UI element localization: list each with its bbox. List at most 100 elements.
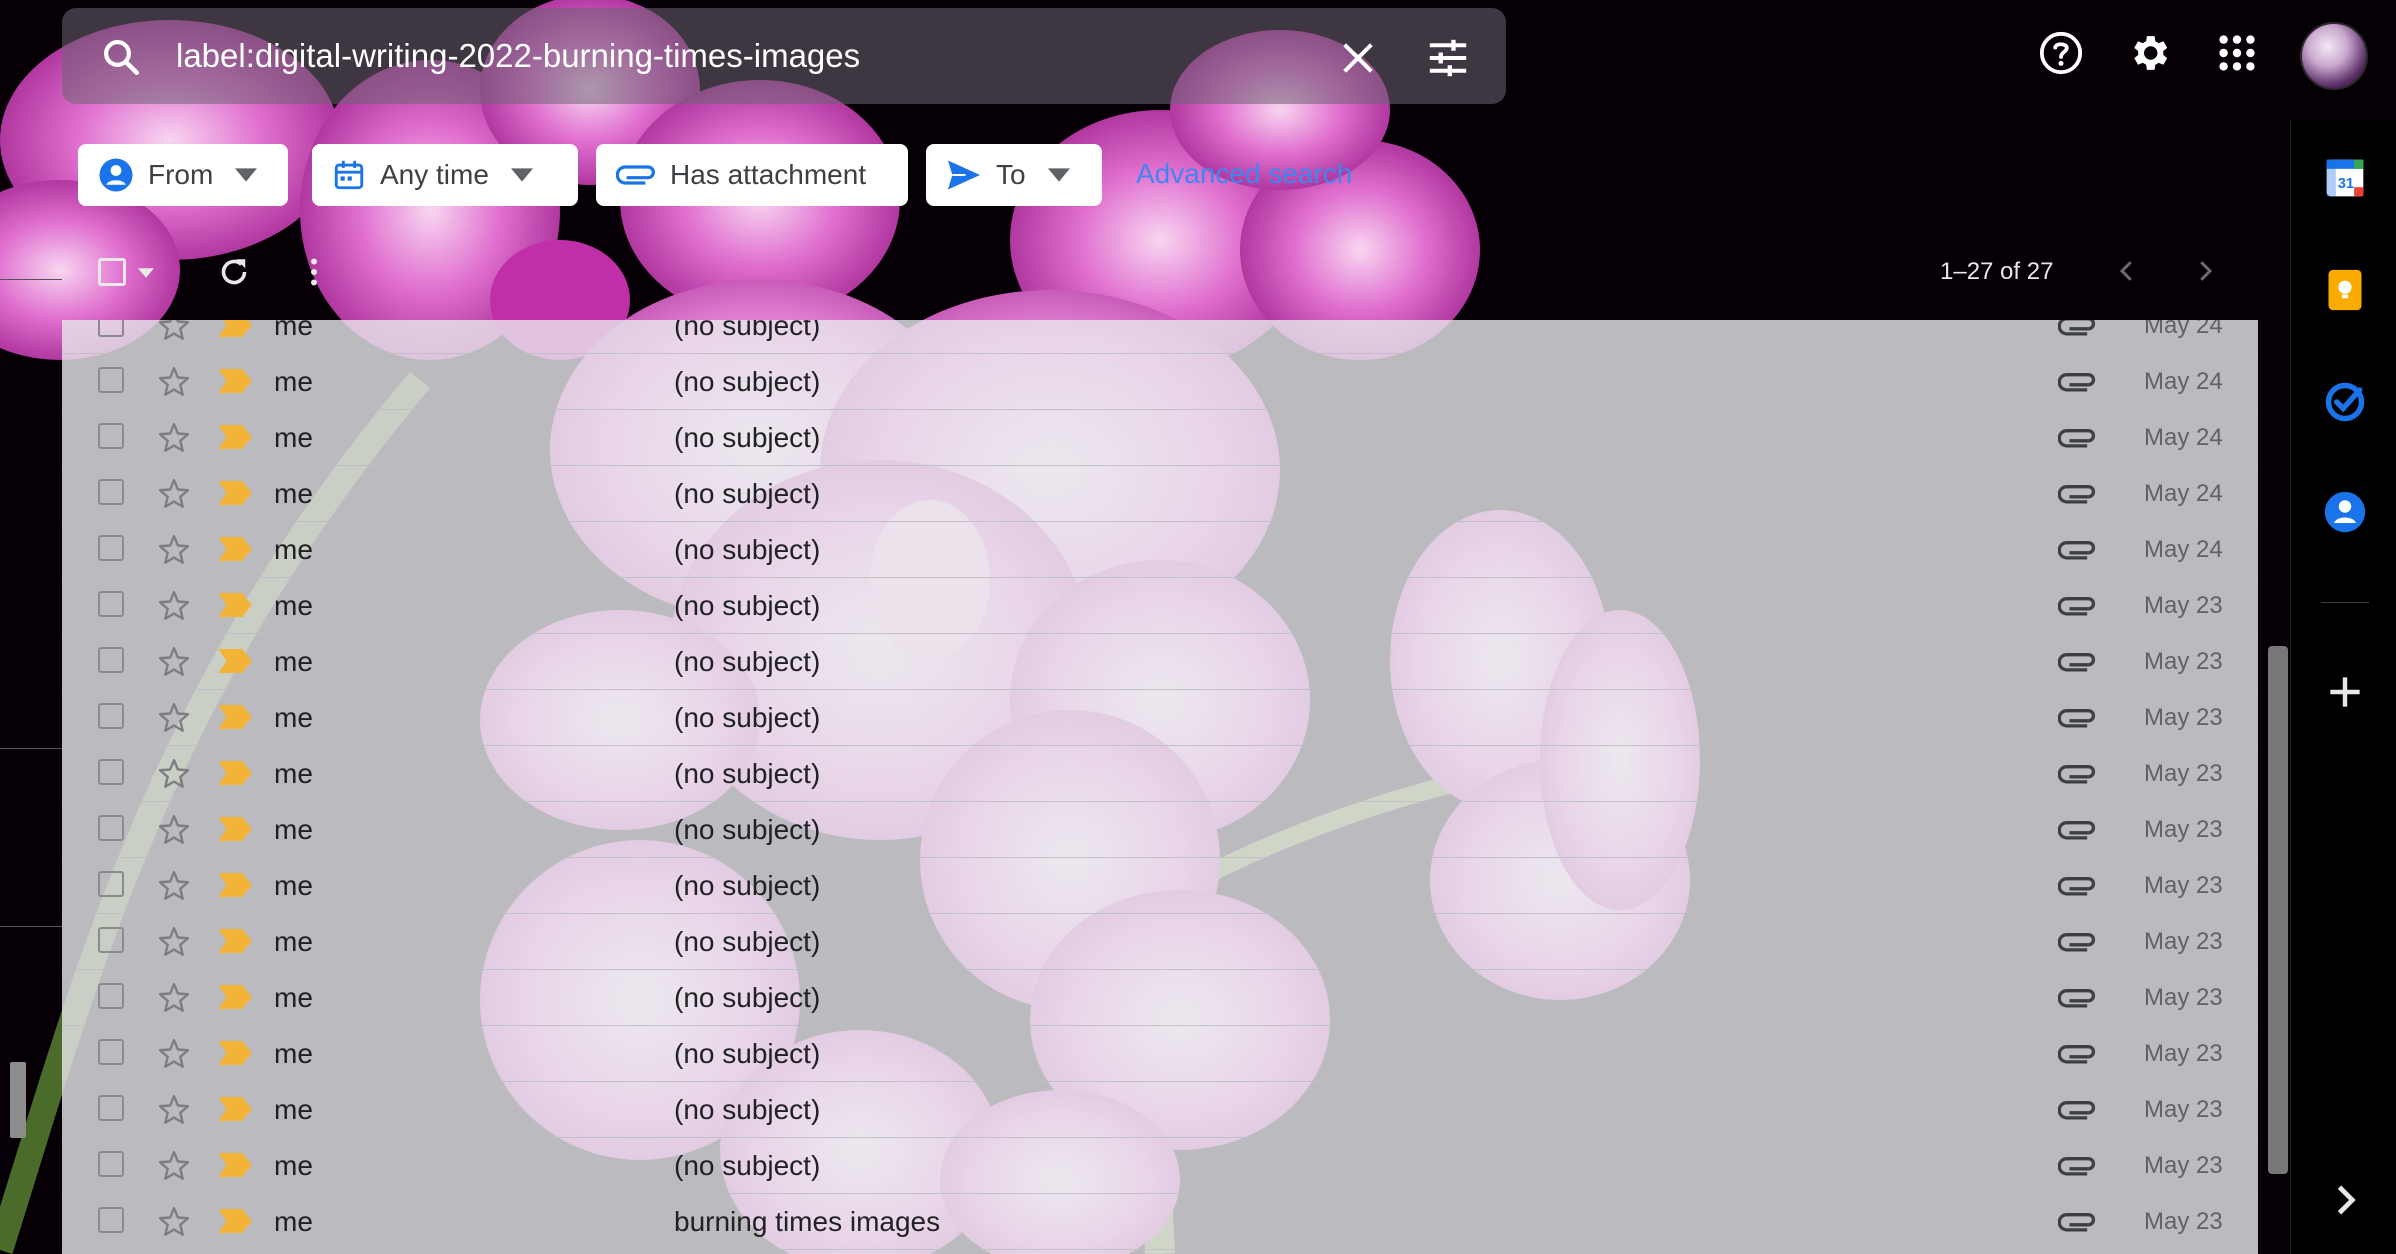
has-attachment-chip[interactable]: Has attachment bbox=[596, 144, 908, 206]
importance-marker-icon[interactable] bbox=[218, 873, 252, 897]
message-row[interactable]: me (no subject) May 23 bbox=[62, 578, 2258, 634]
star-icon[interactable] bbox=[156, 1092, 192, 1128]
star-icon[interactable] bbox=[156, 476, 192, 512]
message-row[interactable]: me (no subject) May 23 bbox=[62, 858, 2258, 914]
message-row[interactable]: me (no subject) May 23 bbox=[62, 1026, 2258, 1082]
row-checkbox[interactable] bbox=[98, 423, 124, 449]
star-icon[interactable] bbox=[156, 756, 192, 792]
keep-icon[interactable] bbox=[2323, 268, 2367, 312]
importance-marker-icon[interactable] bbox=[218, 705, 252, 729]
from-filter-chip[interactable]: From bbox=[78, 144, 288, 206]
importance-marker-icon[interactable] bbox=[218, 320, 252, 337]
tasks-icon[interactable] bbox=[2323, 380, 2367, 424]
message-row[interactable]: me (no subject) May 24 bbox=[62, 522, 2258, 578]
importance-marker-icon[interactable] bbox=[218, 593, 252, 617]
star-icon[interactable] bbox=[156, 700, 192, 736]
importance-marker-icon[interactable] bbox=[218, 1097, 252, 1121]
search-icon[interactable] bbox=[100, 36, 142, 78]
star-icon[interactable] bbox=[156, 980, 192, 1016]
advanced-search-link[interactable]: Advanced search bbox=[1136, 158, 1352, 190]
star-icon[interactable] bbox=[156, 364, 192, 400]
account-avatar[interactable] bbox=[2300, 22, 2368, 90]
refresh-icon[interactable] bbox=[216, 254, 252, 290]
tune-icon[interactable] bbox=[1426, 38, 1470, 78]
row-subject: (no subject) bbox=[674, 422, 821, 453]
close-icon[interactable] bbox=[1338, 38, 1378, 78]
importance-marker-icon[interactable] bbox=[218, 985, 252, 1009]
message-row[interactable]: me (no subject) May 23 bbox=[62, 970, 2258, 1026]
row-checkbox[interactable] bbox=[98, 983, 124, 1009]
chevron-right-icon[interactable] bbox=[2190, 256, 2220, 286]
star-icon[interactable] bbox=[156, 924, 192, 960]
message-row[interactable]: me (no subject) May 24 bbox=[62, 466, 2258, 522]
add-addon-icon[interactable] bbox=[2323, 670, 2367, 714]
row-checkbox[interactable] bbox=[98, 647, 124, 673]
star-icon[interactable] bbox=[156, 320, 192, 344]
row-sender: me bbox=[274, 1206, 313, 1237]
importance-marker-icon[interactable] bbox=[218, 537, 252, 561]
star-icon[interactable] bbox=[156, 1036, 192, 1072]
row-checkbox[interactable] bbox=[98, 479, 124, 505]
importance-marker-icon[interactable] bbox=[218, 817, 252, 841]
message-row[interactable]: me (no subject) May 24 bbox=[62, 320, 2258, 354]
left-nav-scrollbar[interactable] bbox=[10, 1062, 26, 1138]
star-icon[interactable] bbox=[156, 868, 192, 904]
gear-icon[interactable] bbox=[2126, 30, 2172, 76]
message-row[interactable]: me (no subject) May 24 bbox=[62, 354, 2258, 410]
select-all-checkbox[interactable] bbox=[96, 256, 156, 290]
row-checkbox[interactable] bbox=[98, 1151, 124, 1177]
importance-marker-icon[interactable] bbox=[218, 929, 252, 953]
importance-marker-icon[interactable] bbox=[218, 425, 252, 449]
star-icon[interactable] bbox=[156, 812, 192, 848]
star-icon[interactable] bbox=[156, 588, 192, 624]
row-checkbox[interactable] bbox=[98, 320, 124, 337]
to-filter-chip[interactable]: To bbox=[926, 144, 1102, 206]
calendar-app-icon[interactable]: 31 bbox=[2323, 156, 2367, 200]
contacts-icon[interactable] bbox=[2323, 490, 2367, 534]
message-row[interactable]: me (no subject) May 23 bbox=[62, 802, 2258, 858]
importance-marker-icon[interactable] bbox=[218, 761, 252, 785]
message-row[interactable]: me (no subject) May 23 bbox=[62, 1138, 2258, 1194]
star-icon[interactable] bbox=[156, 532, 192, 568]
message-row[interactable]: me (no subject) May 23 bbox=[62, 1082, 2258, 1138]
importance-marker-icon[interactable] bbox=[218, 1209, 252, 1233]
chevron-down-icon bbox=[1047, 168, 1070, 182]
message-row[interactable]: me (no subject) May 23 bbox=[62, 690, 2258, 746]
message-list-scrollbar[interactable] bbox=[2268, 646, 2288, 1174]
calendar-day-number: 31 bbox=[2338, 176, 2354, 192]
row-checkbox[interactable] bbox=[98, 1095, 124, 1121]
row-checkbox[interactable] bbox=[98, 1207, 124, 1233]
message-row[interactable]: me burning times images May 23 bbox=[62, 1194, 2258, 1250]
search-input[interactable]: label:digital-writing-2022-burning-times… bbox=[176, 8, 860, 104]
chevron-left-icon[interactable] bbox=[2112, 256, 2142, 286]
help-icon[interactable] bbox=[2038, 30, 2084, 76]
message-row[interactable]: me (no subject) May 24 bbox=[62, 410, 2258, 466]
row-checkbox[interactable] bbox=[98, 591, 124, 617]
more-vert-icon[interactable] bbox=[296, 254, 332, 290]
importance-marker-icon[interactable] bbox=[218, 369, 252, 393]
importance-marker-icon[interactable] bbox=[218, 481, 252, 505]
row-checkbox[interactable] bbox=[98, 815, 124, 841]
message-row[interactable]: me (no subject) May 23 bbox=[62, 634, 2258, 690]
time-filter-chip[interactable]: Any time bbox=[312, 144, 578, 206]
importance-marker-icon[interactable] bbox=[218, 1153, 252, 1177]
star-icon[interactable] bbox=[156, 1204, 192, 1240]
expand-panel-chevron-icon[interactable] bbox=[2323, 1178, 2367, 1222]
star-icon[interactable] bbox=[156, 1148, 192, 1184]
row-checkbox[interactable] bbox=[98, 1039, 124, 1065]
apps-grid-icon[interactable] bbox=[2214, 30, 2260, 76]
message-row[interactable]: me (no subject) May 23 bbox=[62, 914, 2258, 970]
row-checkbox[interactable] bbox=[98, 927, 124, 953]
row-checkbox[interactable] bbox=[98, 871, 124, 897]
importance-marker-icon[interactable] bbox=[218, 649, 252, 673]
message-row[interactable]: me (no subject) May 23 bbox=[62, 746, 2258, 802]
row-checkbox[interactable] bbox=[98, 535, 124, 561]
search-bar[interactable]: label:digital-writing-2022-burning-times… bbox=[62, 8, 1506, 104]
importance-marker-icon[interactable] bbox=[218, 1041, 252, 1065]
row-checkbox[interactable] bbox=[98, 759, 124, 785]
star-icon[interactable] bbox=[156, 420, 192, 456]
row-checkbox[interactable] bbox=[98, 367, 124, 393]
star-icon[interactable] bbox=[156, 644, 192, 680]
row-date: May 24 bbox=[2144, 320, 2223, 339]
row-checkbox[interactable] bbox=[98, 703, 124, 729]
